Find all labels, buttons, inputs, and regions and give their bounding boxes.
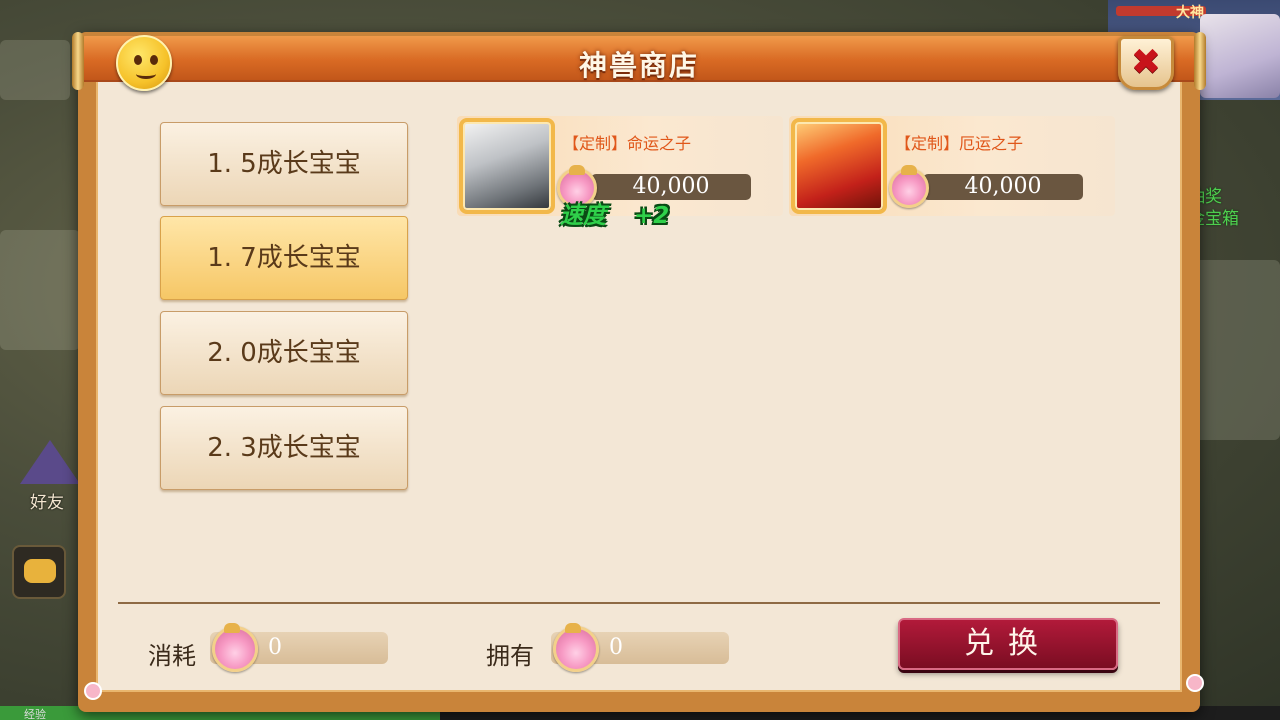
smiley-icon (116, 35, 172, 91)
chat-button[interactable] (12, 545, 66, 599)
player-portrait[interactable] (1200, 14, 1280, 98)
friend-label: 好友 (30, 493, 64, 513)
category-tab-1-7[interactable]: 1. 7成长宝宝 (160, 216, 408, 300)
background-tile (1190, 260, 1280, 440)
dialog-title: 神兽商店 (578, 49, 699, 82)
pet-portrait (791, 118, 887, 214)
own-label: 拥有 (486, 642, 534, 670)
item-name: 【定制】厄运之子 (895, 134, 1024, 153)
bonus-stat: 速度 (560, 203, 606, 229)
close-button[interactable]: ✖ (1118, 36, 1174, 90)
category-tab-1-5[interactable]: 1. 5成长宝宝 (160, 122, 408, 206)
shop-item-card[interactable]: 【定制】厄运之子 40,000 (789, 116, 1115, 216)
category-tab-2-0[interactable]: 2. 0成长宝宝 (160, 311, 408, 395)
currency-icon (553, 623, 599, 672)
pet-portrait (459, 118, 555, 214)
floating-stat-bonus: 速度 +2 (560, 196, 669, 230)
flower-decoration-icon (1186, 674, 1204, 692)
currency-icon (212, 623, 258, 672)
close-icon: ✖ (1130, 42, 1162, 83)
chat-icon (24, 559, 56, 583)
exp-label: 经验 (24, 708, 46, 720)
bonus-value: +2 (634, 203, 670, 229)
friend-button[interactable]: 好友 (20, 440, 80, 513)
cost-label: 消耗 (148, 642, 196, 670)
scroll-pole-right (1194, 32, 1206, 90)
exchange-button[interactable]: 兑换 (898, 618, 1118, 670)
friend-icon (20, 440, 80, 484)
background-tile (0, 40, 70, 100)
currency-icon (889, 165, 929, 208)
footer-divider (118, 602, 1160, 604)
background-tile (0, 230, 80, 350)
item-price: 40,000 (923, 174, 1083, 200)
category-tab-2-3[interactable]: 2. 3成长宝宝 (160, 406, 408, 490)
flower-decoration-icon (84, 682, 102, 700)
scroll-pole-left (72, 32, 84, 90)
item-name: 【定制】命运之子 (563, 134, 692, 153)
title-bar: 神兽商店 (78, 36, 1200, 82)
